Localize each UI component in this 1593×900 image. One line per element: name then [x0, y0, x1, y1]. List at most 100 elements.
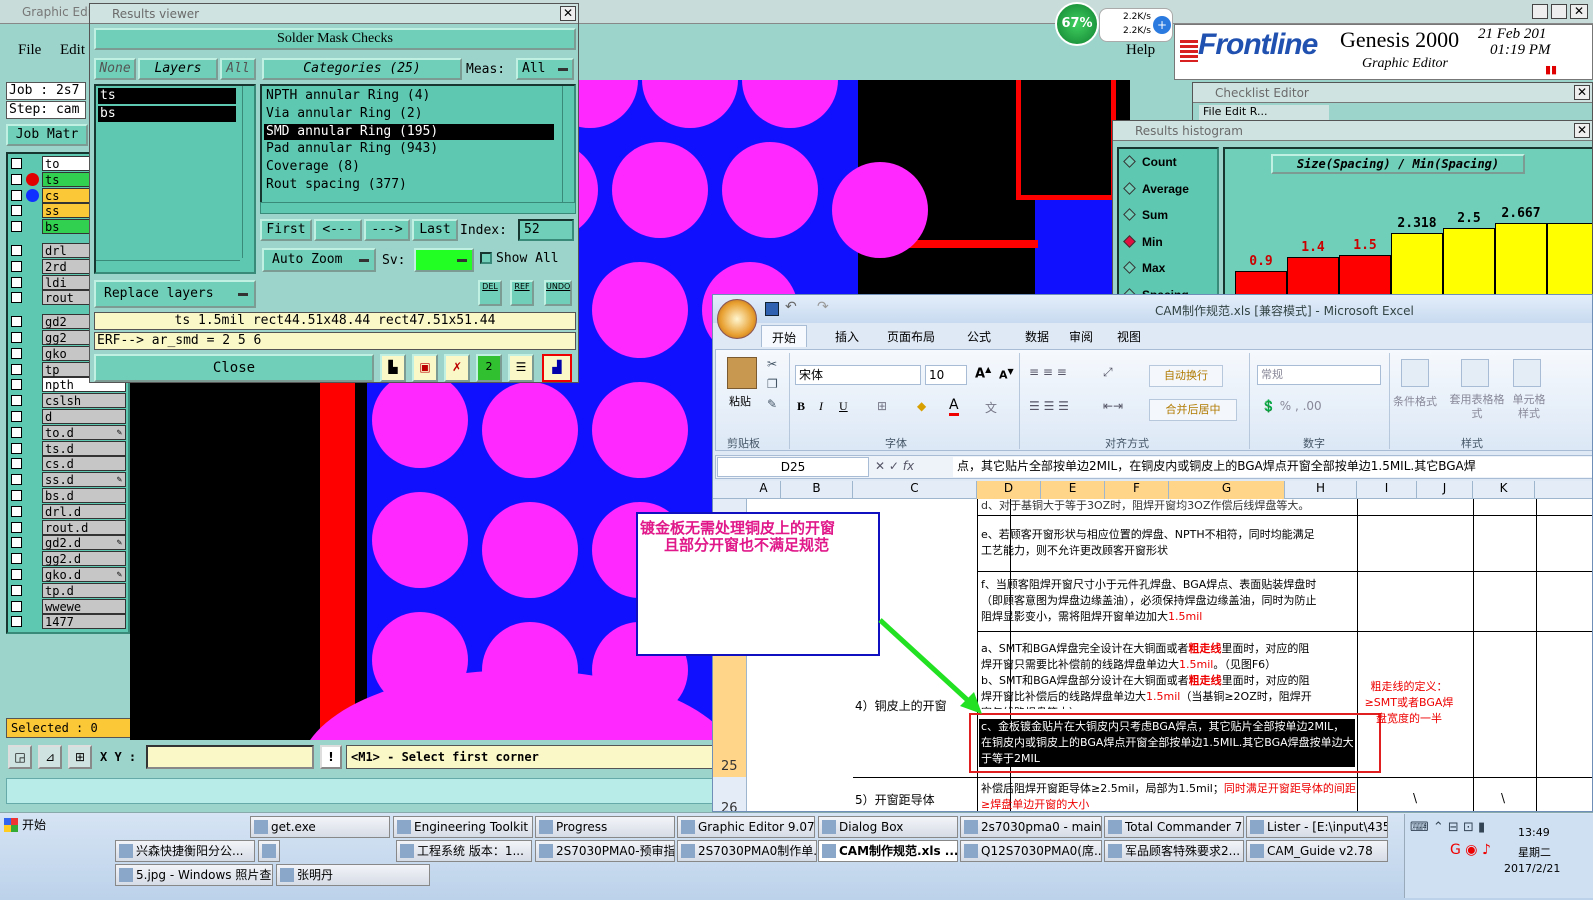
layer-checkbox[interactable]	[11, 173, 22, 185]
list-item[interactable]: ts	[98, 88, 236, 104]
category-item[interactable]: SMD annular Ring (195)	[264, 123, 554, 140]
paste-label[interactable]: 粘贴	[729, 393, 751, 409]
layer-checkbox[interactable]	[11, 600, 22, 612]
taskbar-button[interactable]: 2S7030PMA0制作单...	[677, 840, 817, 862]
taskbar-button[interactable]: 兴森快捷衡阳分公...	[115, 840, 255, 862]
layer-row[interactable]: rout.d	[8, 519, 126, 535]
clock-time[interactable]: 13:49	[1518, 826, 1550, 839]
none-button[interactable]: None	[94, 58, 136, 80]
merge-center-button[interactable]: 合并后居中	[1149, 399, 1237, 421]
border-icon[interactable]: ⊞	[877, 399, 887, 413]
cell-k26[interactable]: \	[1501, 791, 1505, 805]
taskbar-button[interactable]: Engineering Toolkit 9....	[393, 816, 533, 838]
taskbar-button[interactable]: Q12S7030PMA0(席...	[960, 840, 1102, 862]
layer-name[interactable]: to.d ✎	[42, 424, 126, 440]
minimize-button[interactable]	[1532, 4, 1548, 19]
index-input[interactable]: 52	[518, 219, 574, 241]
layer-name[interactable]: ts.d	[42, 440, 126, 456]
histogram-option[interactable]: Min	[1123, 235, 1163, 253]
taskbar-button[interactable]: get.exe	[250, 816, 390, 838]
layer-checkbox[interactable]	[11, 276, 22, 288]
layer-checkbox[interactable]	[11, 616, 22, 628]
layer-checkbox[interactable]	[11, 553, 22, 565]
close-icon[interactable]: ✕	[1574, 85, 1590, 100]
show-all-checkbox[interactable]	[480, 252, 492, 264]
cell-e[interactable]: e、若顾客开窗形状与相应位置的焊盘、NPTH不相符，同时均能满足工艺能力，则不允…	[981, 527, 1317, 559]
layer-checkbox[interactable]	[11, 458, 22, 470]
histogram-option[interactable]: Sum	[1123, 208, 1168, 226]
align-top-icon[interactable]: ≡ ≡ ≡	[1029, 365, 1067, 379]
ribbon-tab[interactable]: 插入	[825, 325, 869, 347]
highlight-icon[interactable]: ▙	[380, 354, 406, 382]
zoom-tool-icon[interactable]: ◲	[8, 745, 32, 769]
job-matrix-button[interactable]: Job Matr	[6, 124, 88, 146]
ribbon-tab[interactable]: 数据	[1015, 325, 1059, 347]
taskbar-button[interactable]: Total Commander 7.0...	[1104, 816, 1244, 838]
close-icon[interactable]: ✕	[1570, 4, 1588, 19]
cell-c26[interactable]: 5）开窗距导体	[855, 791, 935, 808]
layer-results-list[interactable]: ts bs	[94, 84, 256, 274]
percent-icon[interactable]: 💲 % , .00	[1261, 399, 1322, 413]
cond-format-label[interactable]: 条件格式	[1393, 393, 1437, 409]
ribbon-tab[interactable]: 视图	[1107, 325, 1151, 347]
layer-name[interactable]: cslsh	[42, 393, 126, 409]
clock-date[interactable]: 2017/2/21	[1504, 862, 1560, 875]
layer-checkbox[interactable]	[11, 316, 22, 328]
del-icon[interactable]: DEL	[478, 280, 502, 306]
column-header[interactable]: H	[1285, 481, 1357, 499]
cell-top-row[interactable]: d、对于基铜大于等于3OZ时，阻焊开窗均3OZ作偿后线焊盘等大。	[981, 499, 1317, 513]
start-button[interactable]: 开始	[2, 814, 50, 838]
column-header[interactable]: I	[1357, 481, 1417, 499]
layer-checkbox[interactable]	[11, 260, 22, 272]
underline-icon[interactable]: U	[839, 399, 848, 414]
taskbar-button[interactable]: Graphic Editor 9.07b2...	[677, 816, 815, 838]
category-item[interactable]: NPTH annular Ring (4)	[264, 88, 554, 104]
layer-name[interactable]: d	[42, 409, 126, 424]
column-header[interactable]: J	[1417, 481, 1473, 499]
layer-row[interactable]: d	[8, 409, 126, 424]
layer-row[interactable]: gko.d ✎	[8, 567, 126, 582]
bold-icon[interactable]: B	[797, 399, 805, 414]
taskbar-button[interactable]: 5.jpg - Windows 照片查...	[115, 864, 273, 886]
category-item[interactable]: Rout spacing (377)	[264, 177, 554, 193]
layer-checkbox[interactable]	[11, 205, 22, 217]
horizontal-scrollbar[interactable]	[260, 202, 576, 214]
shrink-font-icon[interactable]: A▼	[999, 367, 1014, 382]
taskbar-button[interactable]: CAM_Guide v2.78	[1246, 840, 1388, 862]
undo-icon[interactable]: ↶	[785, 299, 797, 315]
layer-row[interactable]: wwewe	[8, 598, 126, 614]
category-item[interactable]: Coverage (8)	[264, 159, 554, 175]
cut-icon[interactable]: ✂	[767, 357, 777, 371]
close-icon[interactable]: ✕	[560, 6, 576, 21]
layer-row[interactable]: to.d ✎	[8, 424, 126, 440]
list-item[interactable]: bs	[98, 106, 236, 122]
layers-button[interactable]: Layers	[138, 58, 218, 80]
layer-row[interactable]: gg2.d	[8, 551, 126, 567]
measure-tool-icon[interactable]: ⊿	[38, 745, 62, 769]
layer-checkbox[interactable]	[11, 363, 22, 375]
column-header[interactable]: F	[1105, 481, 1169, 499]
taskbar-button[interactable]: 2s7030pma0 - main_qa	[960, 816, 1102, 838]
layer-row[interactable]: ts.d	[8, 440, 126, 456]
layer-name[interactable]: rout.d	[42, 519, 126, 535]
menu-edit[interactable]: Edit	[60, 42, 85, 59]
cond-format-icon[interactable]	[1401, 359, 1429, 387]
cell-d25-a[interactable]: a、SMT和BGA焊盘完全设计在大铜面或者粗走线里面时，对应的阻焊开窗只需要比补…	[981, 641, 1317, 673]
formula-input[interactable]: 点，其它贴片全部按单边2MIL，在铜皮内或铜皮上的BGA焊点开窗全部按单边1.5…	[953, 457, 1592, 477]
close-button[interactable]: Close	[94, 354, 374, 382]
table-format-icon[interactable]	[1461, 359, 1489, 387]
ribbon-tab[interactable]: 公式	[957, 325, 1001, 347]
layer-checkbox[interactable]	[11, 411, 22, 422]
layer-name[interactable]: cs.d	[42, 456, 126, 472]
layer-name[interactable]: bs.d	[42, 488, 126, 503]
prev-button[interactable]: <---	[314, 219, 362, 241]
indent-icon[interactable]: ⇤⇥	[1103, 399, 1123, 413]
taskbar-button[interactable]: 工程系统 版本：1...	[396, 840, 532, 862]
xy-input[interactable]	[146, 745, 314, 769]
histogram-icon[interactable]: ▟	[542, 354, 572, 382]
taskbar-button[interactable]: Progress	[535, 816, 675, 838]
layer-checkbox[interactable]	[11, 221, 22, 233]
layer-name[interactable]: gd2.d ✎	[42, 535, 126, 551]
align-left-icon[interactable]: ☰ ☰ ☰	[1029, 399, 1069, 413]
cell-f[interactable]: f、当顾客阻焊开窗尺寸小于元件孔焊盘、BGA焊点、表面贴装焊盘时（即顾客意图为焊…	[981, 577, 1317, 625]
